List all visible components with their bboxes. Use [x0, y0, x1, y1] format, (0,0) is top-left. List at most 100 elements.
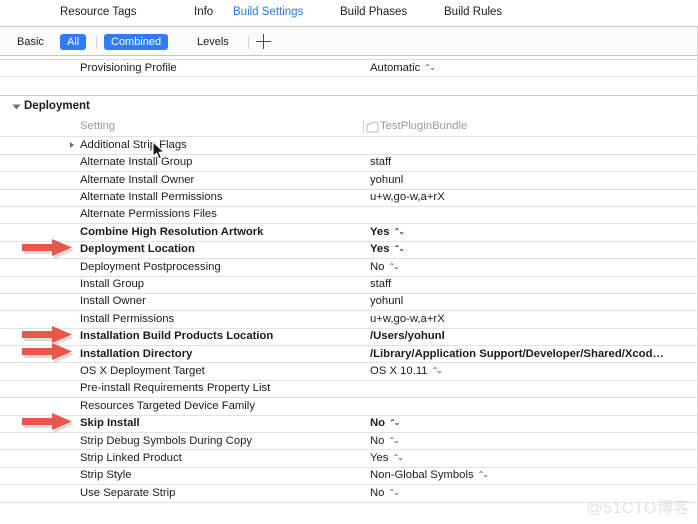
setting-row[interactable]: Strip Linked Product Yes ⌃⌄ — [0, 450, 698, 468]
tab-build-rules[interactable]: Build Rules — [444, 6, 502, 18]
setting-row[interactable]: Installation Directory/Library/Applicati… — [0, 346, 698, 364]
stepper-chevrons-icon[interactable]: ⌃⌄ — [388, 436, 399, 445]
stepper-chevrons-icon[interactable]: ⌃⌄ — [388, 262, 399, 271]
setting-name: Alternate Permissions Files — [80, 208, 217, 221]
setting-row[interactable]: Installation Build Products Location/Use… — [0, 329, 698, 347]
stepper-chevrons-icon[interactable]: ⌃⌄ — [393, 244, 404, 253]
setting-value-text: Yes — [370, 243, 390, 256]
setting-value[interactable]: Automatic ⌃⌄ — [370, 61, 436, 74]
setting-value[interactable]: Yes ⌃⌄ — [370, 225, 405, 238]
setting-row[interactable]: Install Owner yohunl — [0, 294, 698, 312]
column-header-setting: Setting — [80, 120, 116, 133]
setting-value-text: u+w,go-w,a+rX — [370, 191, 445, 204]
column-separator — [363, 120, 364, 134]
build-settings-filter-toolbar: Basic All Combined Levels — [0, 27, 698, 78]
stepper-chevrons-icon[interactable]: ⌃⌄ — [478, 470, 489, 479]
setting-row[interactable]: Use Separate Strip No ⌃⌄ — [0, 485, 698, 503]
setting-name: Install Permissions — [80, 312, 175, 325]
setting-name: Strip Style — [80, 469, 132, 482]
setting-row[interactable]: Deployment Location Yes ⌃⌄ — [0, 242, 698, 260]
setting-row[interactable]: Install Permissions u+w,go-w,a+rX — [0, 311, 698, 329]
setting-row[interactable]: Alternate Install Group staff — [0, 155, 698, 173]
add-user-defined-setting-button[interactable] — [256, 34, 272, 50]
setting-value[interactable]: No ⌃⌄ — [370, 486, 400, 499]
setting-value[interactable]: OS X 10.11 ⌃⌄ — [370, 364, 443, 377]
setting-value-text: /Users/yohunl — [370, 330, 445, 343]
setting-value-text: /Library/Application Support/Developer/S… — [370, 347, 664, 360]
setting-name: Install Owner — [80, 295, 146, 308]
setting-name: Skip Install — [80, 417, 140, 430]
tab-resource-tags[interactable]: Resource Tags — [60, 6, 137, 18]
setting-value-text: OS X 10.11 — [370, 364, 428, 377]
setting-value-text: Yes — [370, 451, 389, 464]
setting-row[interactable]: Combine High Resolution Artwork Yes ⌃⌄ — [0, 224, 698, 242]
setting-value-text: Yes — [370, 225, 390, 238]
stepper-chevrons-icon[interactable]: ⌃⌄ — [392, 453, 403, 462]
setting-value[interactable]: /Library/Application Support/Developer/S… — [370, 348, 664, 360]
setting-row[interactable]: Deployment Postprocessing No ⌃⌄ — [0, 259, 698, 277]
setting-row[interactable]: Skip Install No ⌃⌄ — [0, 416, 698, 434]
filter-levels[interactable]: Levels — [190, 34, 236, 50]
setting-name: Alternate Install Group — [80, 156, 193, 169]
setting-name: Pre-install Requirements Property List — [80, 382, 271, 395]
toolbar-divider — [96, 36, 97, 49]
setting-value[interactable]: /Users/yohunl — [370, 330, 445, 342]
group-title: Deployment — [24, 100, 90, 113]
group-header-deployment[interactable]: Deployment — [0, 96, 698, 118]
setting-rows: Additional Strip Flags Alternate Install … — [0, 137, 698, 503]
chevron-right-icon[interactable] — [70, 142, 74, 149]
setting-name: Installation Build Products Location — [80, 330, 274, 343]
setting-value[interactable]: yohunl — [370, 295, 403, 307]
column-header-target: TestPluginBundle — [380, 120, 468, 133]
setting-row[interactable]: Strip Style Non-Global Symbols ⌃⌄ — [0, 468, 698, 486]
setting-name: Provisioning Profile — [80, 61, 177, 74]
setting-row[interactable]: Alternate Permissions Files — [0, 207, 698, 225]
setting-row[interactable]: Additional Strip Flags — [0, 137, 698, 155]
setting-value[interactable]: Yes ⌃⌄ — [370, 451, 404, 464]
setting-row[interactable]: Resources Targeted Device Family — [0, 398, 698, 416]
setting-value[interactable]: yohunl — [370, 174, 403, 186]
toolbar-divider — [248, 36, 249, 49]
setting-name: Combine High Resolution Artwork — [80, 225, 264, 238]
filter-combined[interactable]: Combined — [104, 34, 169, 50]
section-gap — [0, 77, 698, 96]
build-settings-list[interactable]: Provisioning Profile Automatic ⌃⌄ Deployme… — [0, 56, 698, 524]
setting-name: Strip Debug Symbols During Copy — [80, 434, 253, 447]
setting-row[interactable]: OS X Deployment Target OS X 10.11 ⌃⌄ — [0, 363, 698, 381]
setting-value[interactable]: staff — [370, 156, 391, 168]
setting-value[interactable]: No ⌃⌄ — [370, 417, 401, 429]
setting-value[interactable]: u+w,go-w,a+rX — [370, 191, 445, 203]
setting-name: Strip Linked Product — [80, 451, 182, 464]
tab-build-settings[interactable]: Build Settings — [233, 6, 303, 18]
stepper-chevrons-icon[interactable]: ⌃⌄ — [432, 366, 443, 375]
setting-row[interactable]: Provisioning Profile Automatic ⌃⌄ — [0, 60, 698, 78]
setting-value-text: Automatic — [370, 61, 421, 74]
setting-name: Deployment Location — [80, 243, 195, 256]
setting-row[interactable]: Alternate Install Permissions u+w,go-w,a+… — [0, 190, 698, 207]
filter-basic[interactable]: Basic — [10, 34, 51, 50]
setting-name: Alternate Install Owner — [80, 173, 195, 186]
stepper-chevrons-icon[interactable]: ⌃⌄ — [389, 418, 400, 427]
stepper-chevrons-icon[interactable]: ⌃⌄ — [388, 488, 399, 497]
filter-all[interactable]: All — [60, 34, 87, 50]
stepper-chevrons-icon[interactable]: ⌃⌄ — [424, 63, 435, 72]
setting-value[interactable]: No ⌃⌄ — [370, 260, 400, 273]
chevron-down-icon[interactable] — [12, 104, 21, 110]
setting-value[interactable]: Yes ⌃⌄ — [370, 243, 405, 256]
setting-name: Deployment Postprocessing — [80, 260, 221, 273]
setting-value[interactable]: u+w,go-w,a+rX — [370, 313, 445, 325]
tab-info[interactable]: Info — [194, 6, 213, 18]
column-header-row: Setting TestPluginBundle — [0, 118, 698, 138]
setting-value[interactable]: No ⌃⌄ — [370, 434, 400, 447]
setting-value-text: No — [370, 434, 385, 447]
tab-build-phases[interactable]: Build Phases — [340, 6, 407, 18]
stepper-chevrons-icon[interactable]: ⌃⌄ — [393, 227, 404, 236]
setting-value-text: No — [370, 486, 385, 499]
setting-value[interactable]: Non-Global Symbols ⌃⌄ — [370, 469, 489, 481]
setting-row[interactable]: Pre-install Requirements Property List — [0, 381, 698, 399]
setting-value-text: No — [370, 260, 385, 273]
setting-value[interactable]: staff — [370, 278, 391, 290]
setting-row[interactable]: Strip Debug Symbols During Copy No ⌃⌄ — [0, 433, 698, 451]
setting-row[interactable]: Install Group staff — [0, 277, 698, 294]
setting-row[interactable]: Alternate Install Owner yohunl — [0, 172, 698, 190]
